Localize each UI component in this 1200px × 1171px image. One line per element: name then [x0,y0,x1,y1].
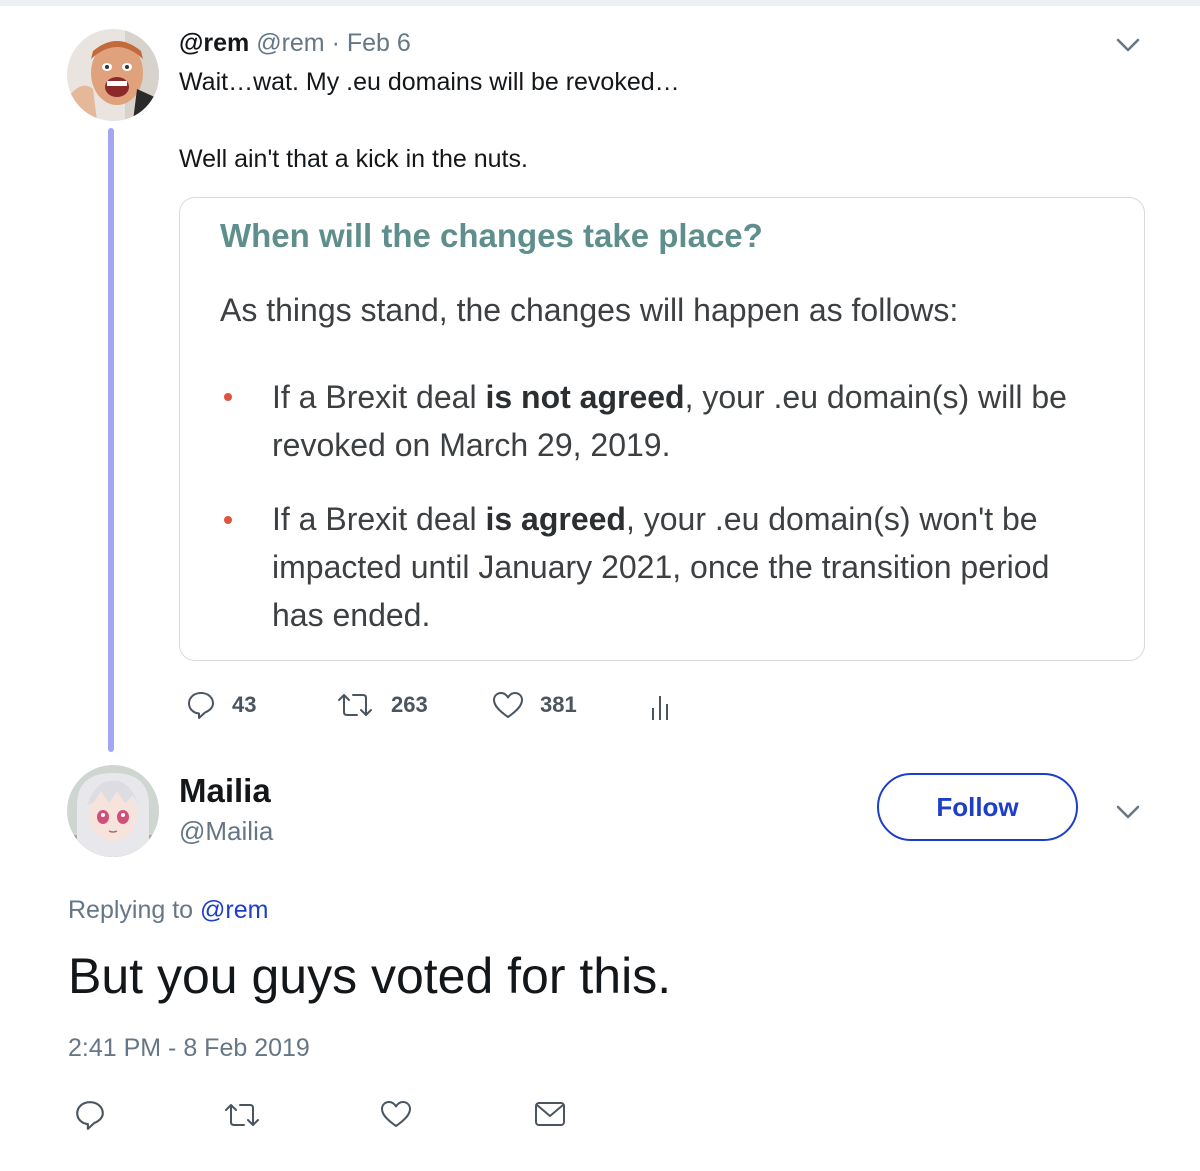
separator-dot: · [331,29,340,57]
author-handle[interactable]: @rem [256,29,324,57]
image-card[interactable]: When will the changes take place? As thi… [179,197,1145,661]
reply-count: 43 [232,692,257,717]
reply-author-name[interactable]: Mailia [179,771,271,811]
reply-timestamp[interactable]: 2:41 PM - 8 Feb 2019 [68,1033,310,1063]
tweet-text-line1: Wait…wat. My .eu domains will be revoked… [179,68,680,96]
card-title: When will the changes take place? [220,217,763,254]
like-action[interactable]: 381 [492,690,577,720]
reply-text: But you guys voted for this. [68,948,672,1004]
reply-action[interactable]: 43 [186,690,256,720]
bullet-2-line-2: impacted until January 2021, once the tr… [272,549,1050,585]
card-intro: As things stand, the changes will happen… [220,292,959,328]
avatar-mailia[interactable] [67,765,159,857]
replying-prefix: Replying to [68,896,194,924]
like-count: 381 [540,692,577,717]
reply-icon[interactable] [74,1099,106,1131]
retweet-icon[interactable] [222,1100,262,1130]
analytics-icon [652,696,668,720]
retweet-count: 263 [391,692,428,717]
avatar-rem[interactable] [67,29,159,121]
heart-icon [493,692,523,718]
top-divider [0,0,1200,6]
replying-to: Replying to @rem [68,895,268,925]
reply-author-handle[interactable]: @Mailia [179,815,273,847]
bullet-2-line-3: has ended. [272,597,431,633]
analytics-action[interactable] [650,692,674,722]
retweet-icon [338,694,372,716]
author-name[interactable]: @rem [179,29,249,57]
retweet-action[interactable]: 263 [335,690,428,720]
bullet-dot [224,393,232,401]
tweet-header: @rem @rem · Feb 6 [179,28,411,58]
chevron-down-icon[interactable] [1113,30,1143,60]
envelope-icon[interactable] [534,1101,566,1127]
reply-icon [188,692,214,719]
follow-button[interactable]: Follow [877,773,1078,841]
replying-to-link[interactable]: @rem [200,896,268,924]
bullet-2-line-1: If a Brexit deal is agreed, your .eu dom… [272,501,1038,537]
heart-icon[interactable] [380,1099,412,1129]
chevron-down-icon[interactable] [1113,797,1143,827]
thread-connector [108,128,114,752]
bullet-dot [224,516,232,524]
bullet-1-line-2: revoked on March 29, 2019. [272,427,671,463]
tweet-text-line2: Well ain't that a kick in the nuts. [179,145,528,173]
bullet-1-line-1: If a Brexit deal is not agreed, your .eu… [272,379,1067,415]
tweet-date[interactable]: Feb 6 [347,29,411,57]
